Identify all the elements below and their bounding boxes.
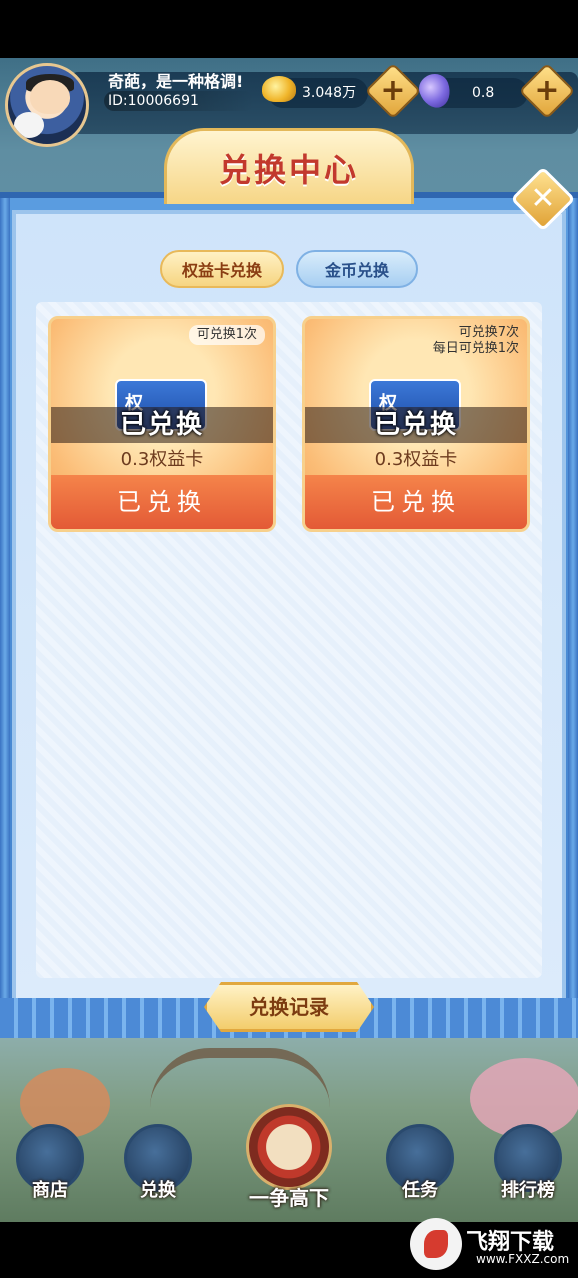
nav-label: 一争高下 [249, 1186, 329, 1210]
card-limit-daily: 每日可兑换1次 [432, 341, 519, 356]
nav-label: 任务 [402, 1180, 438, 1201]
frame-post-right [568, 198, 578, 1038]
gem-value: 0.8 [472, 85, 495, 101]
watermark: 飞翔下载 www.FXXZ.com [410, 1218, 570, 1270]
exchange-button[interactable]: 已兑换 [51, 475, 273, 529]
avatar[interactable] [5, 63, 89, 147]
tab-gold[interactable]: 金币兑换 [296, 250, 418, 288]
modal-title: 兑换中心 [218, 151, 359, 189]
watermark-url: www.FXXZ.com [476, 1252, 570, 1266]
exchange-card: 可兑换1次 权 已兑换 0.3权益卡 已兑换 [48, 316, 276, 532]
nav-shop[interactable]: 商店 [10, 1124, 90, 1204]
close-icon: ✕ [530, 181, 556, 216]
nav-label: 兑换 [140, 1180, 176, 1201]
exchange-card: 可兑换7次 每日可兑换1次 权 已兑换 0.3权益卡 已兑换 [302, 316, 530, 532]
modal-title-plaque: 兑换中心 [164, 128, 414, 204]
gold-value: 3.048万 [302, 85, 357, 101]
avatar-dog [14, 112, 44, 138]
nav-label: 商店 [32, 1180, 68, 1201]
card-limit: 可兑换7次 每日可兑换1次 [433, 325, 519, 357]
status-bar-area [0, 0, 578, 58]
gold-ingot-icon [262, 76, 296, 102]
exchange-record-button[interactable]: 兑换记录 [204, 982, 374, 1032]
tab-benefit-card[interactable]: 权益卡兑换 [160, 250, 284, 288]
card-name: 0.3权益卡 [374, 449, 458, 470]
battle-drum-icon [246, 1104, 332, 1190]
plus-icon: + [380, 73, 406, 108]
bridge-decoration [150, 1048, 330, 1108]
nav-tasks[interactable]: 任务 [380, 1124, 460, 1204]
nav-label: 排行榜 [501, 1180, 555, 1201]
card-name: 0.3权益卡 [120, 449, 204, 470]
nav-leaderboard[interactable]: 排行榜 [488, 1124, 568, 1204]
nav-battle[interactable]: 一争高下 [232, 1104, 346, 1214]
plus-icon: + [534, 73, 560, 108]
player-id: ID:10006691 [104, 91, 254, 111]
card-limit-total: 可兑换7次 [458, 325, 519, 340]
player-nickname: 奇葩，是一种格调! [108, 72, 244, 91]
card-claimed-status: 已兑换 [119, 410, 204, 440]
nav-exchange[interactable]: 兑换 [118, 1124, 198, 1204]
watermark-logo-icon [410, 1218, 462, 1270]
frame-post-left [0, 198, 10, 1038]
avatar-face [30, 80, 70, 114]
exchange-button[interactable]: 已兑换 [305, 475, 527, 529]
card-limit: 可兑换1次 [188, 325, 265, 345]
card-claimed-status: 已兑换 [373, 410, 458, 440]
